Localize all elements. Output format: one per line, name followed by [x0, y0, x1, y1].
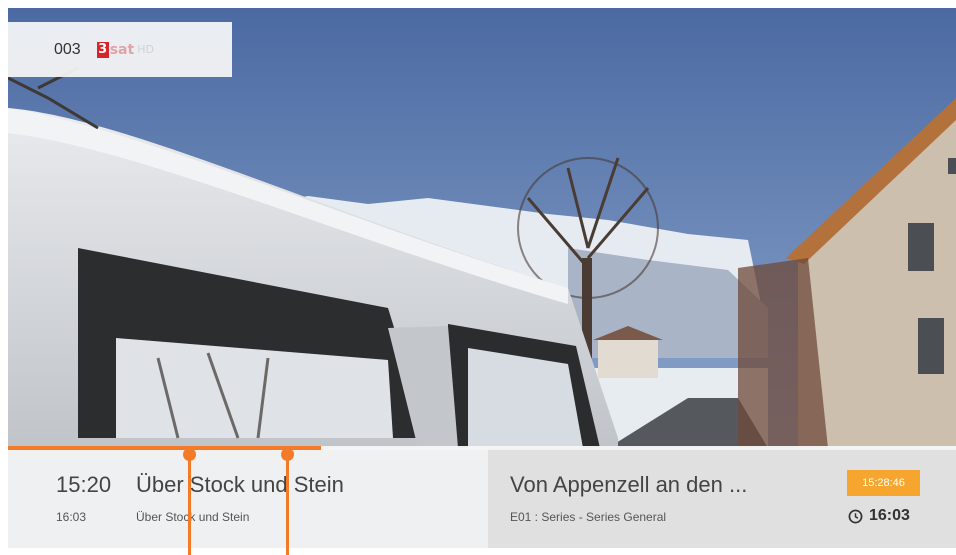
next-program-end-clock: 16:03 — [848, 507, 910, 525]
current-program-subtitle: Über Stock und Stein — [136, 510, 250, 524]
annotation-marker-dot-right — [281, 448, 294, 461]
annotation-marker-line-right — [286, 454, 289, 555]
current-program-end-time: 16:03 — [56, 510, 87, 524]
channel-info-box: 003 3 sat HD — [8, 22, 232, 77]
channel-logo-hd: HD — [137, 43, 154, 56]
clock-icon — [848, 509, 863, 523]
next-program-subtitle: E01 : Series - Series General — [510, 510, 667, 524]
current-program-start-time: 15:20 — [56, 472, 112, 497]
next-program-end-time: 16:03 — [869, 507, 910, 524]
channel-logo-word: sat — [109, 41, 135, 58]
channel-number: 003 — [54, 40, 81, 58]
channel-logo-mark: 3 — [96, 41, 109, 58]
annotation-marker-line-left — [188, 454, 191, 555]
current-program-panel[interactable]: 15:20 Über Stock und Stein 16:03 Über St… — [8, 450, 488, 548]
annotation-marker-dot-left — [183, 448, 196, 461]
current-program-title: Über Stock und Stein — [136, 472, 344, 497]
current-clock-badge: 15:28:46 — [847, 470, 920, 496]
next-program-title: Von Appenzell an den ... — [510, 472, 748, 497]
channel-logo: 3 sat HD — [96, 41, 154, 58]
program-info-bar: 15:20 Über Stock und Stein 16:03 Über St… — [8, 446, 956, 548]
next-program-panel[interactable]: Von Appenzell an den ... E01 : Series - … — [488, 450, 956, 548]
